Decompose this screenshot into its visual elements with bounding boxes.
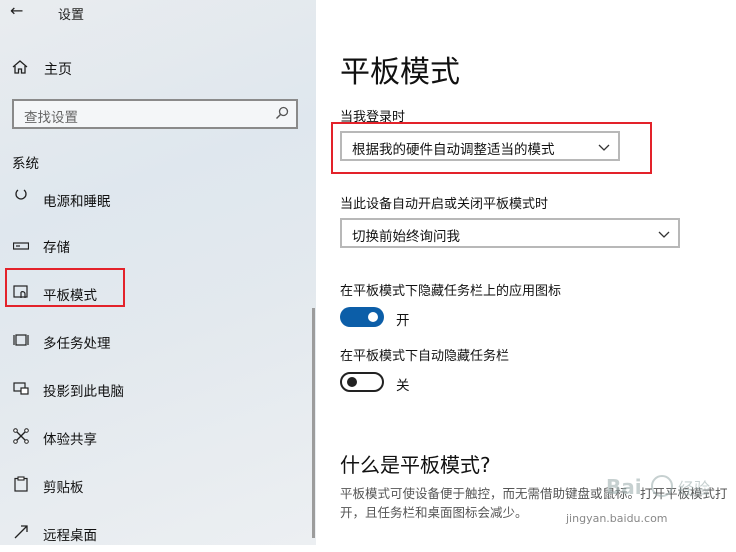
search-icon[interactable] [275, 106, 289, 124]
sidebar-item-label: 远程桌面 [43, 528, 97, 544]
sidebar-item-label: 电源和睡眠 [43, 194, 111, 210]
auto-switch-label: 当此设备自动开启或关闭平板模式时 [340, 197, 549, 212]
what-is-tablet-mode-heading: 什么是平板模式? [340, 453, 491, 477]
auto-switch-dropdown[interactable]: 切换前始终询问我 [340, 218, 680, 248]
sidebar-item-label: 投影到此电脑 [43, 384, 124, 400]
home-icon [12, 59, 30, 79]
clipboard-icon [12, 476, 30, 496]
sidebar: ← 设置 主页 查找设置 系统 电源和睡眠 存储 平板模式 多任务处理 投影到此… [0, 0, 316, 545]
back-arrow-icon[interactable]: ← [10, 1, 23, 20]
multitasking-icon [12, 332, 30, 352]
svg-text:经验: 经验 [678, 479, 710, 498]
title-bar: ← 设置 [0, 0, 316, 28]
highlight-box-nav [5, 268, 125, 307]
sidebar-item-share[interactable]: 体验共享 [0, 420, 316, 456]
section-label: 系统 [12, 156, 39, 172]
sidebar-item-clipboard[interactable]: 剪贴板 [0, 468, 316, 504]
watermark-text: jingyan.baidu.com [566, 512, 668, 525]
autohide-state: 关 [396, 378, 410, 394]
sidebar-item-label: 存储 [43, 240, 70, 256]
sidebar-item-multitasking[interactable]: 多任务处理 [0, 324, 316, 360]
sidebar-item-power[interactable]: 电源和睡眠 [0, 180, 316, 210]
chevron-down-icon [658, 225, 670, 238]
hide-icons-label: 在平板模式下隐藏任务栏上的应用图标 [340, 284, 562, 299]
autohide-label: 在平板模式下自动隐藏任务栏 [340, 349, 510, 364]
storage-icon [12, 238, 30, 254]
svg-text:Bai: Bai [606, 475, 642, 499]
app-title: 设置 [58, 8, 85, 23]
autohide-toggle[interactable] [340, 372, 384, 392]
sidebar-item-label: 剪贴板 [43, 480, 84, 496]
toggle-knob [347, 377, 357, 387]
hide-icons-toggle[interactable] [340, 307, 384, 327]
sidebar-item-label: 体验共享 [43, 432, 97, 448]
highlight-box-dropdown [331, 122, 652, 174]
auto-switch-value: 切换前始终询问我 [352, 229, 460, 245]
sidebar-item-project[interactable]: 投影到此电脑 [0, 372, 316, 408]
nav-home[interactable]: 主页 [12, 58, 72, 80]
main-content: 平板模式 当我登录时 根据我的硬件自动调整适当的模式 当此设备自动开启或关闭平板… [316, 0, 736, 545]
share-icon [12, 428, 30, 448]
home-label: 主页 [44, 62, 72, 78]
search-input[interactable]: 查找设置 [12, 99, 298, 129]
page-title: 平板模式 [340, 55, 460, 90]
hide-icons-state: 开 [396, 313, 410, 329]
power-icon [12, 186, 30, 204]
sidebar-item-remote-desktop[interactable]: 远程桌面 [0, 516, 316, 552]
sidebar-item-storage[interactable]: 存储 [0, 228, 316, 264]
sidebar-item-label: 多任务处理 [43, 336, 111, 352]
project-icon [12, 380, 30, 400]
sidebar-scrollbar[interactable] [312, 308, 315, 538]
remote-desktop-icon [12, 524, 30, 544]
search-placeholder: 查找设置 [24, 110, 78, 126]
toggle-knob [368, 312, 378, 322]
